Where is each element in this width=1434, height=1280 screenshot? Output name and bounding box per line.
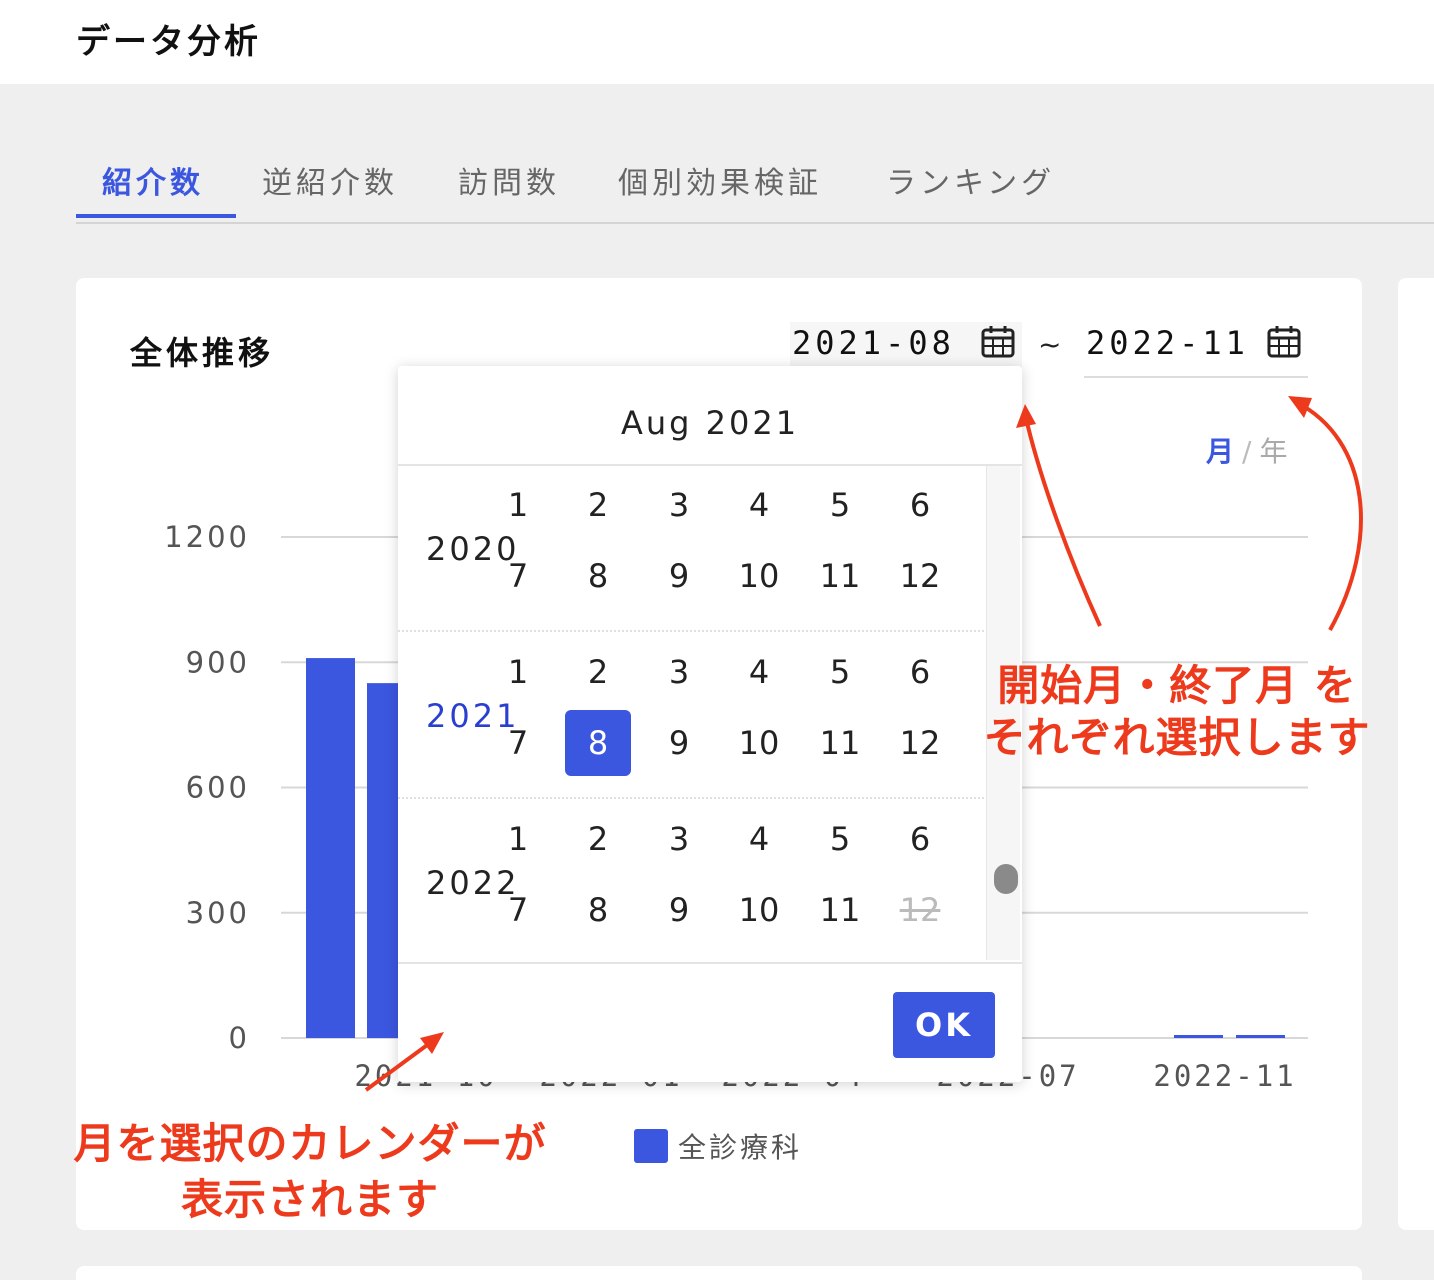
annotation-range-note: 開始月・終了月 を それぞれ選択します xyxy=(962,660,1392,764)
annotation-popup-note: 月を選択のカレンダーが 表示されます xyxy=(30,1116,590,1228)
annotation-range-line1: 開始月・終了月 を xyxy=(997,661,1357,710)
annotation-arrows xyxy=(364,396,1363,1092)
annotation-arrow-end xyxy=(1295,400,1363,631)
annotation-arrowhead-start xyxy=(1016,404,1036,428)
annotation-arrow-popup xyxy=(364,1038,436,1092)
annotation-arrow-start xyxy=(1021,409,1102,627)
annotation-popup-line2: 表示されます xyxy=(180,1175,439,1224)
annotation-range-line2: それぞれ選択します xyxy=(983,713,1371,762)
annotation-arrowhead-popup xyxy=(420,1032,444,1054)
annotation-popup-line1: 月を選択のカレンダーが xyxy=(73,1119,547,1168)
